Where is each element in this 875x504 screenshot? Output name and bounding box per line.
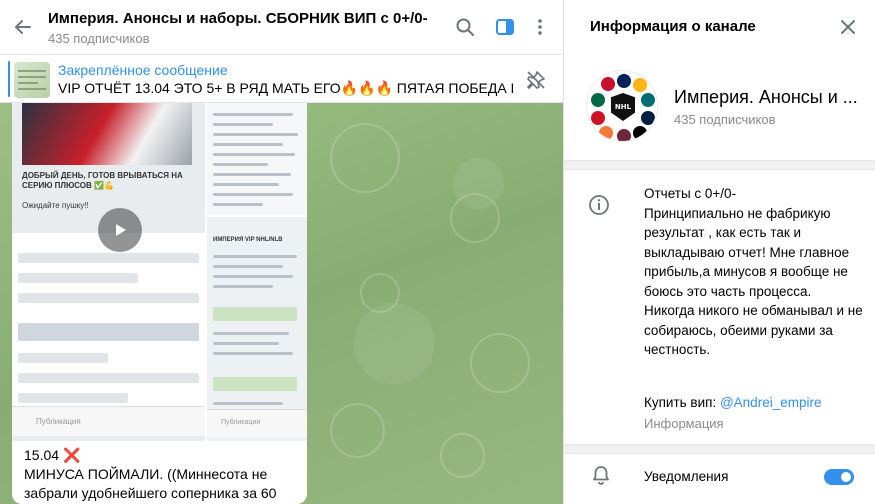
message-date: 15.04 [24,447,60,463]
chat-header: Империя. Анонсы и наборы. СБОРНИК ВИП с … [0,0,563,55]
toggle-knob [839,470,853,484]
phone-screenshot [12,233,205,413]
close-panel-button[interactable] [836,15,860,39]
message-text: 15.04 ❌ МИНУСА ПОЙМАЛИ. ((Миннесота не з… [24,446,299,503]
sidebar-toggle-button[interactable] [493,15,517,39]
screenshot-placeholder: Публикация [36,417,81,426]
search-button[interactable] [453,15,477,39]
chat-title[interactable]: Империя. Анонсы и наборы. СБОРНИК ВИП с … [48,10,428,27]
play-button[interactable] [98,208,142,252]
cross-mark-icon: ❌ [62,447,81,463]
pinned-thumbnail [14,62,50,98]
channel-description: Отчеты с 0+/0- Принципиально не фабрикую… [644,184,864,360]
notifications-label[interactable]: Уведомления [644,469,728,484]
arrow-left-icon [15,20,31,34]
panel-title: Информация о канале [590,18,756,35]
screenshot-image-3[interactable]: ИМПЕРИЯ VIP NHL/NLB [207,217,307,441]
screenshot-type-bar: Публикация [12,406,205,436]
chat-subscribers: 435 подписчиков [48,31,150,46]
screenshot-type-bar-2: Публикация [207,409,307,437]
pinned-text: VIP ОТЧЁТ 13.04 ЭТО 5+ В РЯД МАТЬ ЕГО🔥🔥🔥… [58,80,513,96]
nhl-logo-icon: NHL [611,93,635,121]
buy-prefix: Купить вип: [644,395,720,410]
section-divider [564,160,875,170]
description-line-2: Принципиально не фабрикую результат , ка… [644,205,850,299]
buy-vip-link[interactable]: @Andrei_empire [720,395,822,410]
chat-area: Империя. Анонсы и наборы. СБОРНИК ВИП с … [0,0,563,504]
play-icon [116,224,126,236]
search-icon [456,18,474,36]
info-caption: Информация [644,416,724,431]
buy-vip-line: Купить вип: @Andrei_empire [644,395,821,410]
close-icon [841,20,855,34]
screenshot-placeholder-2: Публикация [221,419,261,426]
channel-avatar[interactable]: NHL [586,70,658,142]
description-line-3: Никогда никого не обманывал и не собираю… [644,303,863,357]
sidebar-toggle-icon [496,19,514,35]
screenshot-subcaption: Ожидайте пушку!! [22,201,89,210]
channel-name: Империя. Анонсы и ... [674,87,858,107]
notifications-toggle[interactable] [824,469,854,485]
screenshot-caption: ДОБРЫЙ ДЕНЬ, ГОТОВ ВРЫВАТЬСЯ НА СЕРИЮ ПЛ… [22,171,183,190]
hockey-photo [22,103,192,165]
screenshot-image-1[interactable]: ДОБРЫЙ ДЕНЬ, ГОТОВ ВРЫВАТЬСЯ НА СЕРИЮ ПЛ… [12,103,205,441]
back-button[interactable] [10,14,36,40]
description-line-1: Отчеты с 0+/0- [644,186,737,201]
pinned-message-bar[interactable]: Закреплённое сообщение VIP ОТЧЁТ 13.04 Э… [0,55,563,103]
more-vertical-icon [538,19,542,35]
unpin-icon [527,71,545,89]
more-button[interactable] [528,15,552,39]
channel-info-panel: Информация о канале NHL Империя. Анонсы … [563,0,875,504]
unpin-button[interactable] [524,68,548,92]
pinned-label: Закреплённое сообщение [58,62,228,78]
message-line-3: забрали удобнейшего соперника за 60 [24,485,277,501]
message-bubble[interactable]: ДОБРЫЙ ДЕНЬ, ГОТОВ ВРЫВАТЬСЯ НА СЕРИЮ ПЛ… [12,103,307,504]
bell-icon [590,464,612,486]
channel-subscribers: 435 подписчиков [674,112,776,127]
section-divider-2 [564,444,875,454]
screenshot-channel-title: ИМПЕРИЯ VIP NHL/NLB [213,237,283,243]
message-line-2: МИНУСА ПОЙМАЛИ. ((Миннесота не [24,466,268,482]
info-icon [588,194,610,216]
screenshot-image-2[interactable] [207,103,307,215]
pinned-indicator [8,61,10,97]
